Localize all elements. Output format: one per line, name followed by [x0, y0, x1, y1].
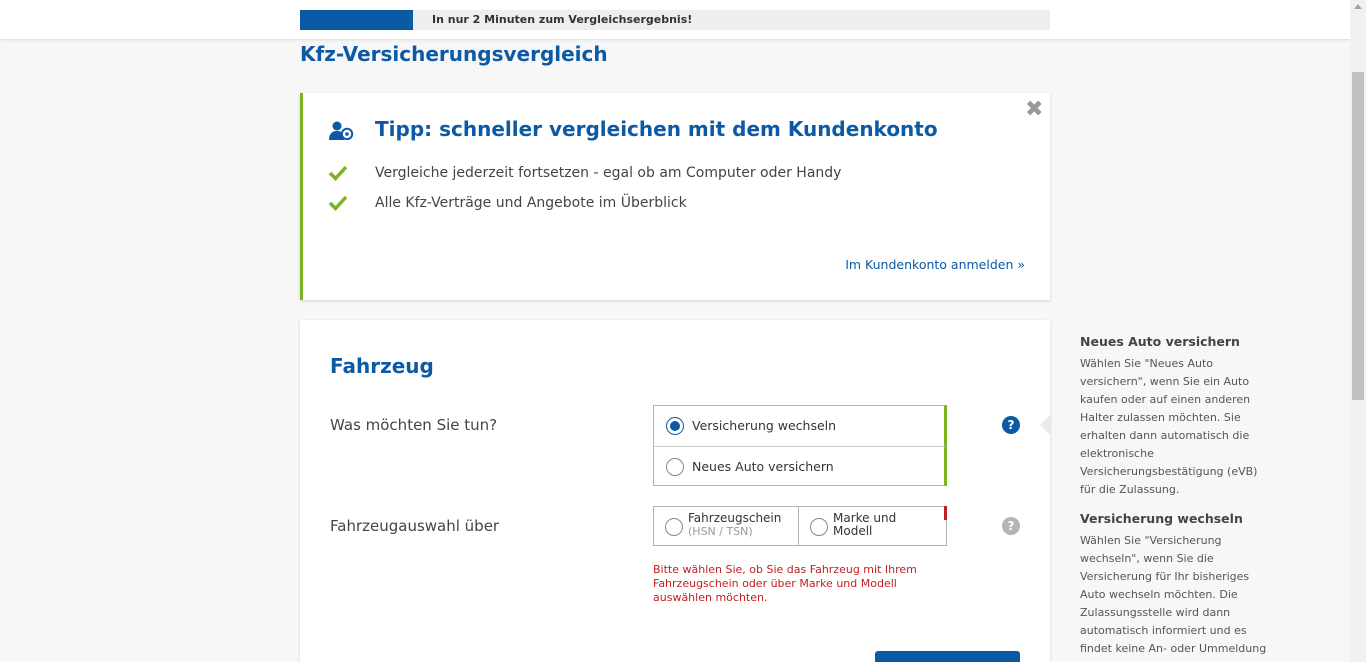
help-title: Neues Auto versichern: [1080, 334, 1240, 349]
check-icon: [328, 194, 348, 212]
option-sublabel: (HSN / TSN): [688, 525, 753, 538]
option-label: Fahrzeugschein: [688, 511, 782, 525]
tip-title: Tipp: schneller vergleichen mit dem Kund…: [375, 117, 938, 141]
help-title: Versicherung wechseln: [1080, 511, 1243, 526]
next-button[interactable]: [875, 651, 1020, 662]
scroll-up-arrow-icon[interactable]: [1354, 4, 1362, 9]
action-radio-group: Versicherung wechseln Neues Auto versich…: [653, 405, 947, 486]
error-message: Bitte wählen Sie, ob Sie das Fahrzeug mi…: [653, 563, 917, 604]
radio-option-fahrzeugschein[interactable]: Fahrzeugschein (HSN / TSN): [654, 507, 799, 545]
help-block: Versicherung wechseln Wählen Sie "Versic…: [1080, 511, 1275, 658]
top-header: In nur 2 Minuten zum Vergleichsergebnis!: [0, 0, 1350, 40]
help-text: Wählen Sie "Versicherung wechseln", wenn…: [1080, 534, 1267, 655]
page-title: Kfz-Versicherungsvergleich: [300, 42, 608, 66]
progress-text: In nur 2 Minuten zum Vergleichsergebnis!: [432, 13, 693, 26]
tip-item-text: Alle Kfz-Verträge und Angebote im Überbl…: [375, 195, 687, 211]
help-icon[interactable]: ?: [1002, 517, 1020, 535]
check-icon: [328, 164, 348, 182]
radio-option-neues-auto[interactable]: Neues Auto versichern: [654, 446, 945, 486]
question-label: Was möchten Sie tun?: [330, 416, 498, 434]
radio-label: Neues Auto versichern: [692, 459, 834, 474]
radio-button[interactable]: [666, 458, 684, 476]
radio-button-selected[interactable]: [666, 417, 684, 435]
error-marker: [944, 506, 947, 520]
sidebar-pointer: [1040, 415, 1050, 435]
question-label: Fahrzeugauswahl über: [330, 517, 500, 535]
radio-label: Versicherung wechseln: [692, 418, 837, 433]
radio-option-versicherung-wechseln[interactable]: Versicherung wechseln: [654, 406, 945, 446]
vehicle-form-card: Fahrzeug Was möchten Sie tun? Versicheru…: [300, 320, 1050, 662]
option-label-line2: Modell: [833, 524, 873, 538]
vehicle-selection-group: Fahrzeugschein (HSN / TSN) Marke und Mod…: [653, 506, 947, 546]
scrollbar-thumb[interactable]: [1352, 72, 1364, 400]
user-account-icon: [328, 120, 354, 141]
scrollbar[interactable]: [1350, 0, 1366, 662]
section-title: Fahrzeug: [330, 354, 434, 378]
radio-option-marke-modell[interactable]: Marke und Modell: [799, 507, 946, 545]
progress-fill: [300, 10, 413, 30]
radio-button[interactable]: [665, 518, 683, 536]
login-link[interactable]: Im Kundenkonto anmelden »: [845, 257, 1025, 272]
progress-bar: In nur 2 Minuten zum Vergleichsergebnis!: [300, 10, 1050, 30]
radio-button[interactable]: [810, 518, 828, 536]
help-sidebar: Neues Auto versichern Wählen Sie "Neues …: [1080, 334, 1275, 658]
help-icon[interactable]: ?: [1002, 416, 1020, 434]
help-block: Neues Auto versichern Wählen Sie "Neues …: [1080, 334, 1275, 499]
tip-item-text: Vergleiche jederzeit fortsetzen - egal o…: [375, 165, 842, 181]
tip-card: ✖ Tipp: schneller vergleichen mit dem Ku…: [300, 93, 1050, 300]
close-icon[interactable]: ✖: [1025, 99, 1043, 121]
help-text: Wählen Sie "Neues Auto versichern", wenn…: [1080, 357, 1258, 496]
